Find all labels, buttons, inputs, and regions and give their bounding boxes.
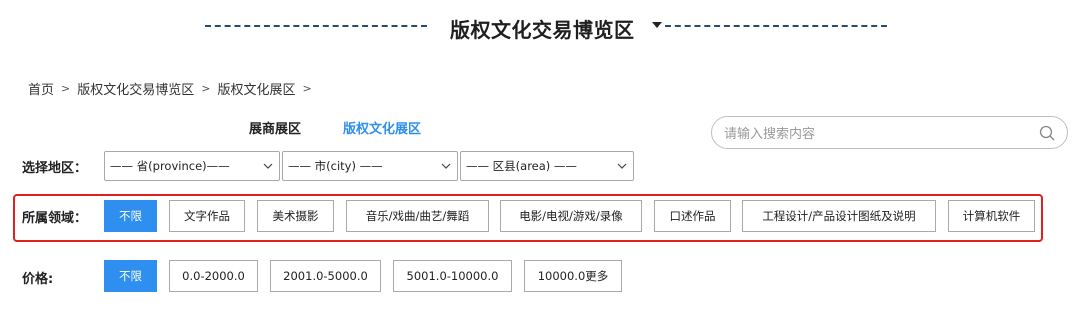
chevron-down-icon [617, 163, 627, 169]
area-select[interactable]: —— 区县(area) —— [460, 151, 634, 181]
price-option-2001-5000[interactable]: 2001.0-5000.0 [270, 260, 381, 292]
chevron-down-icon [441, 163, 451, 169]
search-icon[interactable] [1039, 125, 1055, 141]
price-option-any[interactable]: 不限 [104, 260, 157, 292]
price-label: 价格: [22, 272, 54, 287]
price-option-0-2000[interactable]: 0.0-2000.0 [169, 260, 258, 292]
search-box [711, 116, 1068, 149]
city-select-value: —— 市(city) —— [288, 159, 383, 173]
breadcrumb-separator: > [201, 82, 211, 95]
tab-copyright-culture-zone[interactable]: 版权文化展区 [343, 118, 421, 137]
field-option-engineering-design[interactable]: 工程设计/产品设计图纸及说明 [742, 200, 936, 232]
field-option-music-opera[interactable]: 音乐/戏曲/曲艺/舞蹈 [346, 200, 489, 232]
field-option-film-tv-game[interactable]: 电影/电视/游戏/录像 [500, 200, 642, 232]
caret-down-icon[interactable] [652, 22, 662, 28]
price-option-5001-10000[interactable]: 5001.0-10000.0 [393, 260, 512, 292]
breadcrumb-separator: > [302, 82, 312, 95]
field-option-literary[interactable]: 文字作品 [169, 200, 245, 232]
breadcrumb: 首页 > 版权文化交易博览区 > 版权文化展区 > [28, 79, 319, 98]
chevron-down-icon [263, 163, 273, 169]
city-select[interactable]: —— 市(city) —— [282, 151, 458, 181]
field-option-software[interactable]: 计算机软件 [948, 200, 1035, 232]
area-select-value: —— 区县(area) —— [466, 159, 577, 173]
field-label: 所属领域： [22, 211, 88, 226]
field-option-art-photo[interactable]: 美术摄影 [257, 200, 334, 232]
price-option-10000-more[interactable]: 10000.0更多 [524, 260, 622, 292]
region-label: 选择地区： [22, 161, 88, 176]
tab-exhibitor-zone[interactable]: 展商展区 [249, 118, 301, 137]
breadcrumb-separator: > [61, 82, 71, 95]
title-dash-left [205, 25, 427, 27]
page-title: 版权文化交易博览区 [450, 18, 635, 42]
province-select[interactable]: —— 省(province)—— [104, 151, 280, 181]
breadcrumb-item-home[interactable]: 首页 [28, 79, 54, 98]
field-option-any[interactable]: 不限 [104, 200, 157, 232]
field-option-oral[interactable]: 口述作品 [654, 200, 731, 232]
province-select-value: —— 省(province)—— [110, 159, 230, 173]
breadcrumb-item-copyright-zone[interactable]: 版权文化展区 [217, 79, 295, 98]
title-dash-right [665, 25, 887, 27]
search-input[interactable] [722, 123, 1026, 145]
breadcrumb-item-expo[interactable]: 版权文化交易博览区 [77, 79, 194, 98]
